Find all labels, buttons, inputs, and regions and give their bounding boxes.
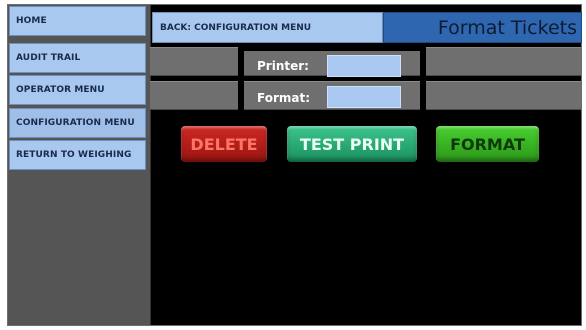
app-screen: HOME AUDIT TRAIL OPERATOR MENU CONFIGURA… xyxy=(7,4,582,326)
format-field-label: Format: xyxy=(257,91,311,105)
header-bar: BACK: CONFIGURATION MENU Format Tickets xyxy=(150,9,582,43)
format-button[interactable]: FORMAT xyxy=(436,126,539,162)
back-button[interactable]: BACK: CONFIGURATION MENU xyxy=(152,12,383,43)
sidebar-item-audit-trail[interactable]: AUDIT TRAIL xyxy=(9,43,146,73)
sidebar: HOME AUDIT TRAIL OPERATOR MENU CONFIGURA… xyxy=(8,5,151,325)
printer-field[interactable] xyxy=(327,55,401,77)
sidebar-item-configuration-menu[interactable]: CONFIGURATION MENU xyxy=(9,108,146,138)
format-field[interactable] xyxy=(327,86,401,108)
delete-button[interactable]: DELETE xyxy=(181,126,267,162)
page-title: Format Tickets xyxy=(383,12,582,43)
sidebar-item-home[interactable]: HOME xyxy=(9,6,146,36)
printer-label: Printer: xyxy=(257,59,309,73)
sidebar-item-operator-menu[interactable]: OPERATOR MENU xyxy=(9,75,146,105)
sidebar-item-return-to-weighing[interactable]: RETURN TO WEIGHING xyxy=(9,140,146,170)
test-print-button[interactable]: TEST PRINT xyxy=(287,126,417,162)
